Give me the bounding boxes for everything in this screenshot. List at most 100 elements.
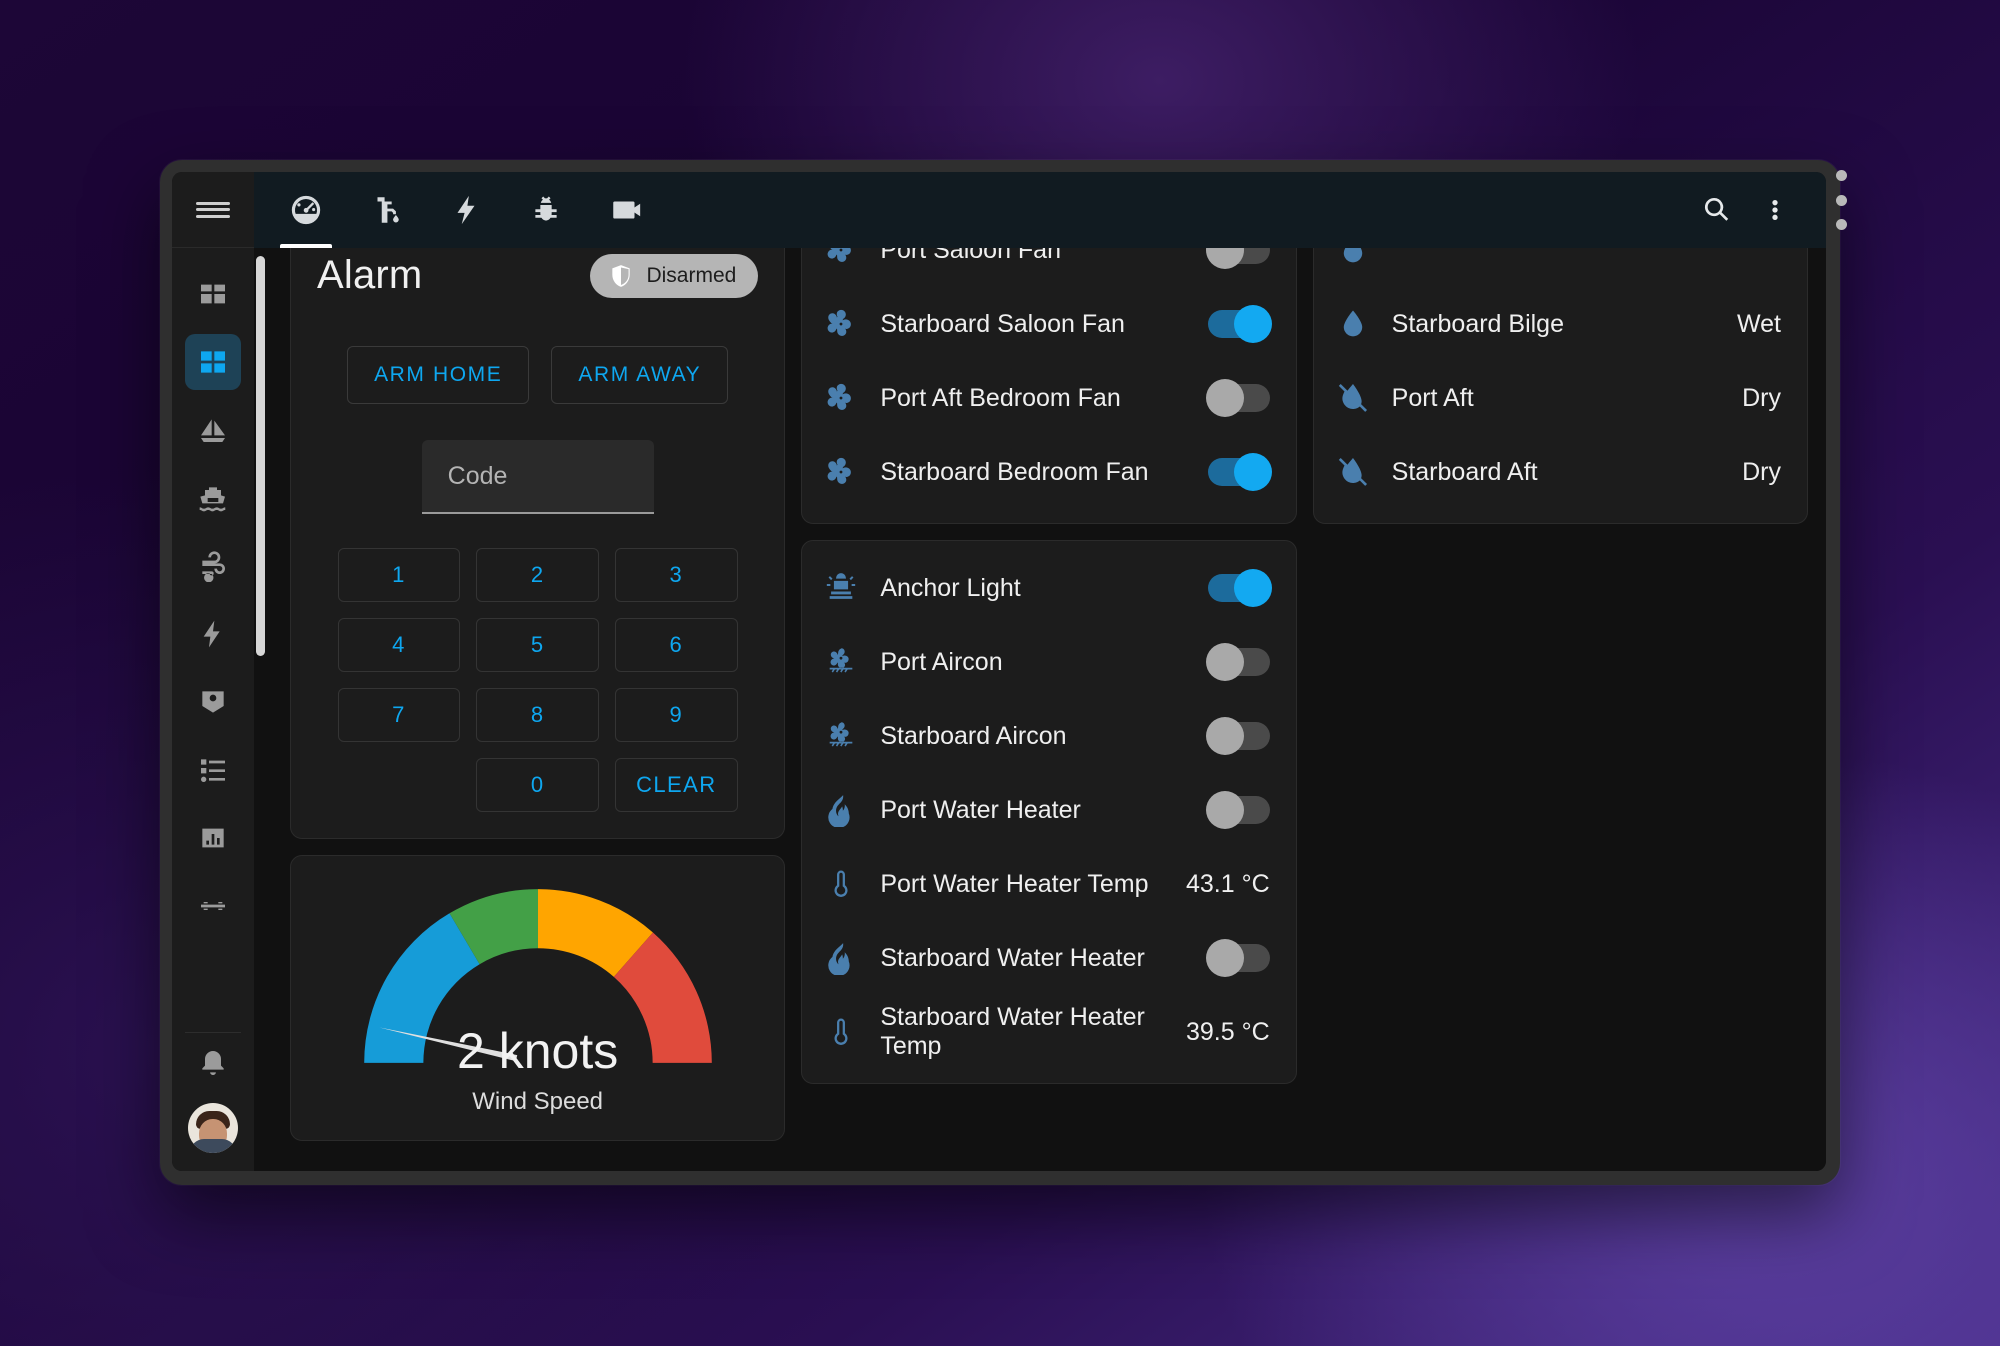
toggle-switch[interactable]	[1205, 248, 1270, 269]
toggle-switch[interactable]	[1205, 643, 1270, 681]
code-input[interactable]: Code	[421, 440, 654, 514]
tab-water[interactable]	[346, 172, 426, 248]
sidebar-item-sailing[interactable]	[185, 402, 241, 458]
entity-row[interactable]: Starboard Aft Dry	[1336, 435, 1785, 509]
sidebar-item-energy[interactable]	[185, 606, 241, 662]
tab-power[interactable]	[426, 172, 506, 248]
toggle-knob	[1233, 453, 1272, 491]
bug-icon	[535, 196, 557, 221]
toggle-switch[interactable]	[1205, 717, 1270, 755]
tab-cameras[interactable]	[586, 172, 666, 248]
entity-name: Port Aircon	[880, 647, 1003, 676]
entity-row[interactable]: Starboard Water Heater	[824, 921, 1273, 995]
window-drag-handle[interactable]	[1833, 168, 1849, 232]
thermometer-icon	[834, 870, 848, 897]
tab-debug[interactable]	[506, 172, 586, 248]
weather-windy-icon	[202, 551, 225, 582]
water-pump-icon	[377, 197, 399, 223]
entity-name: Port Water Heater	[880, 795, 1081, 824]
keypad-key-4[interactable]: 4	[337, 618, 461, 672]
entity-row[interactable]: Port Aft Bedroom Fan	[824, 361, 1273, 435]
water-off-icon	[1338, 457, 1367, 486]
entity-value: Dry	[1742, 383, 1781, 412]
bilge-card: Starboard Bilge Wet Port Aft Dry Starboard A…	[1312, 248, 1808, 524]
sidebar-item-boat-dashboard[interactable]	[185, 334, 241, 390]
entity-value: Wet	[1736, 309, 1781, 338]
toggle-knob	[1233, 305, 1272, 343]
sidebar-item-logbook[interactable]	[185, 742, 241, 798]
keypad-key-1[interactable]: 1	[337, 548, 461, 602]
fan-icon	[827, 248, 852, 262]
keypad-key-0[interactable]: 0	[476, 758, 599, 812]
keypad-key-5[interactable]: 5	[476, 618, 599, 672]
sidebar-item-notifications[interactable]	[185, 1035, 241, 1091]
toggle-switch[interactable]	[1207, 305, 1272, 343]
keypad-key-9[interactable]: 9	[614, 688, 738, 742]
entity-icon-wrap	[824, 248, 880, 267]
toggle-switch[interactable]	[1207, 569, 1272, 607]
entity-row[interactable]	[1336, 248, 1785, 287]
tab-overview[interactable]	[266, 172, 346, 248]
user-avatar[interactable]	[188, 1103, 238, 1153]
arm-home-button[interactable]: ARM HOME	[347, 346, 530, 404]
entity-icon-wrap	[1336, 307, 1392, 341]
content-scrollbar[interactable]	[256, 256, 265, 656]
entity-value: 39.5 °C	[1186, 1017, 1270, 1046]
keypad-key-2[interactable]: 2	[476, 548, 599, 602]
sidebar-bottom	[172, 1035, 254, 1171]
shield-off-icon	[612, 264, 631, 287]
status-badge[interactable]: Disarmed	[590, 253, 759, 298]
chart-box-icon	[202, 828, 224, 848]
keypad-key-3[interactable]: 3	[614, 548, 738, 602]
search-button[interactable]	[1688, 181, 1746, 239]
dashboard-content: Alarm Disarmed ARM HOME ARM AWAY Code 1 …	[254, 248, 1826, 1171]
entity-row[interactable]: Starboard Water Heater Temp 39.5 °C	[824, 995, 1273, 1069]
water-icon	[1343, 248, 1362, 263]
entity-icon-wrap	[1336, 381, 1392, 415]
sidebar-item-history[interactable]	[185, 810, 241, 866]
sidebar-item-map[interactable]	[185, 674, 241, 730]
sidebar-item-ferry[interactable]	[185, 470, 241, 526]
keypad-key-8[interactable]: 8	[476, 688, 599, 742]
toggle-switch[interactable]	[1205, 379, 1270, 417]
air-conditioner-icon	[829, 648, 853, 673]
toggle-switch[interactable]	[1205, 791, 1270, 829]
arm-away-button[interactable]: ARM AWAY	[551, 346, 729, 404]
keypad-key-7[interactable]: 7	[337, 688, 461, 742]
entity-icon-wrap	[824, 307, 880, 341]
entity-icon-wrap	[824, 867, 880, 901]
entity-row[interactable]: Starboard Bedroom Fan	[824, 435, 1273, 509]
dashboard-column-right: Starboard Bilge Wet Port Aft Dry Starboard A…	[1312, 248, 1808, 1171]
main-area: Alarm Disarmed ARM HOME ARM AWAY Code 1 …	[254, 172, 1826, 1171]
entity-row[interactable]: Starboard Aircon	[824, 699, 1273, 773]
keypad-key-6[interactable]: 6	[614, 618, 738, 672]
entity-row[interactable]: Port Aft Dry	[1336, 361, 1785, 435]
dashboard-columns: Alarm Disarmed ARM HOME ARM AWAY Code 1 …	[290, 248, 1808, 1171]
entity-row[interactable]: Anchor Light	[824, 551, 1273, 625]
entity-row[interactable]: Port Water Heater Temp 43.1 °C	[824, 847, 1273, 921]
systems-row-list: Anchor Light Port Aircon Starboard Aircon P…	[802, 541, 1295, 1083]
entity-row[interactable]: Port Water Heater	[824, 773, 1273, 847]
entity-row[interactable]: Starboard Saloon Fan	[824, 287, 1273, 361]
toggle-switch[interactable]	[1207, 453, 1272, 491]
thermometer-icon	[834, 1018, 848, 1045]
overflow-menu-button[interactable]	[1746, 181, 1804, 239]
alarm-keypad: 1 2 3 4 5 6 7 8 9 0 CLEAR	[337, 548, 738, 812]
gauge-icon	[291, 195, 321, 225]
view-dashboard-icon	[201, 284, 225, 304]
sidebar-item-weather[interactable]	[185, 538, 241, 594]
fire-icon	[828, 943, 850, 975]
entity-icon-wrap	[824, 719, 880, 753]
toggle-knob	[1205, 717, 1244, 755]
entity-row[interactable]: Port Aircon	[824, 625, 1273, 699]
toggle-switch[interactable]	[1205, 939, 1270, 977]
entity-row[interactable]: Port Saloon Fan	[824, 248, 1273, 287]
sidebar-item-overview[interactable]	[185, 266, 241, 322]
entity-icon-wrap	[824, 571, 880, 605]
hamburger-menu-button[interactable]	[172, 172, 254, 248]
keypad-key-clear[interactable]: CLEAR	[614, 758, 738, 812]
sidebar-divider	[185, 1032, 241, 1033]
entity-row[interactable]: Starboard Bilge Wet	[1336, 287, 1785, 361]
entity-icon-wrap	[824, 793, 880, 827]
sidebar-item-media[interactable]	[185, 878, 241, 934]
